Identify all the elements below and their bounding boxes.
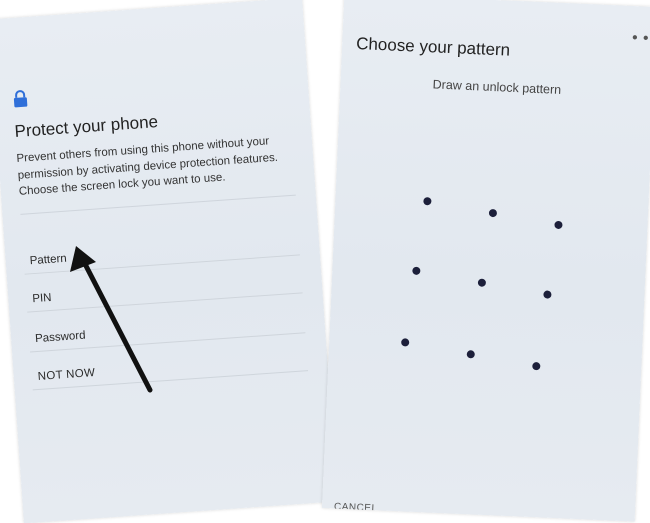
option-pin[interactable]: PIN [32, 290, 52, 307]
pattern-grid[interactable] [322, 0, 650, 522]
option-pattern[interactable]: Pattern [29, 251, 67, 270]
option-password[interactable]: Password [35, 328, 86, 347]
lock-icon [13, 90, 28, 108]
pattern-dot[interactable] [412, 266, 421, 275]
pattern-dot[interactable] [401, 338, 410, 347]
pattern-dot[interactable] [554, 220, 563, 230]
choose-pattern-screen: ● ● Choose your pattern Draw an unlock p… [321, 0, 650, 522]
description-text: Prevent others from using this phone wit… [16, 135, 279, 198]
divider [27, 292, 303, 313]
page-title: Protect your phone [13, 112, 159, 142]
divider [20, 194, 296, 215]
pattern-dot[interactable] [466, 350, 475, 359]
pattern-dot[interactable] [543, 290, 552, 299]
pattern-dot[interactable] [488, 208, 498, 218]
protect-phone-screen: Protect your phone Prevent others from u… [0, 0, 338, 523]
cancel-button[interactable]: CANCEL [334, 501, 378, 514]
pattern-dot[interactable] [477, 278, 487, 287]
not-now-button[interactable]: NOT NOW [37, 365, 95, 385]
pattern-dot[interactable] [532, 361, 541, 371]
pattern-dot[interactable] [423, 197, 432, 206]
